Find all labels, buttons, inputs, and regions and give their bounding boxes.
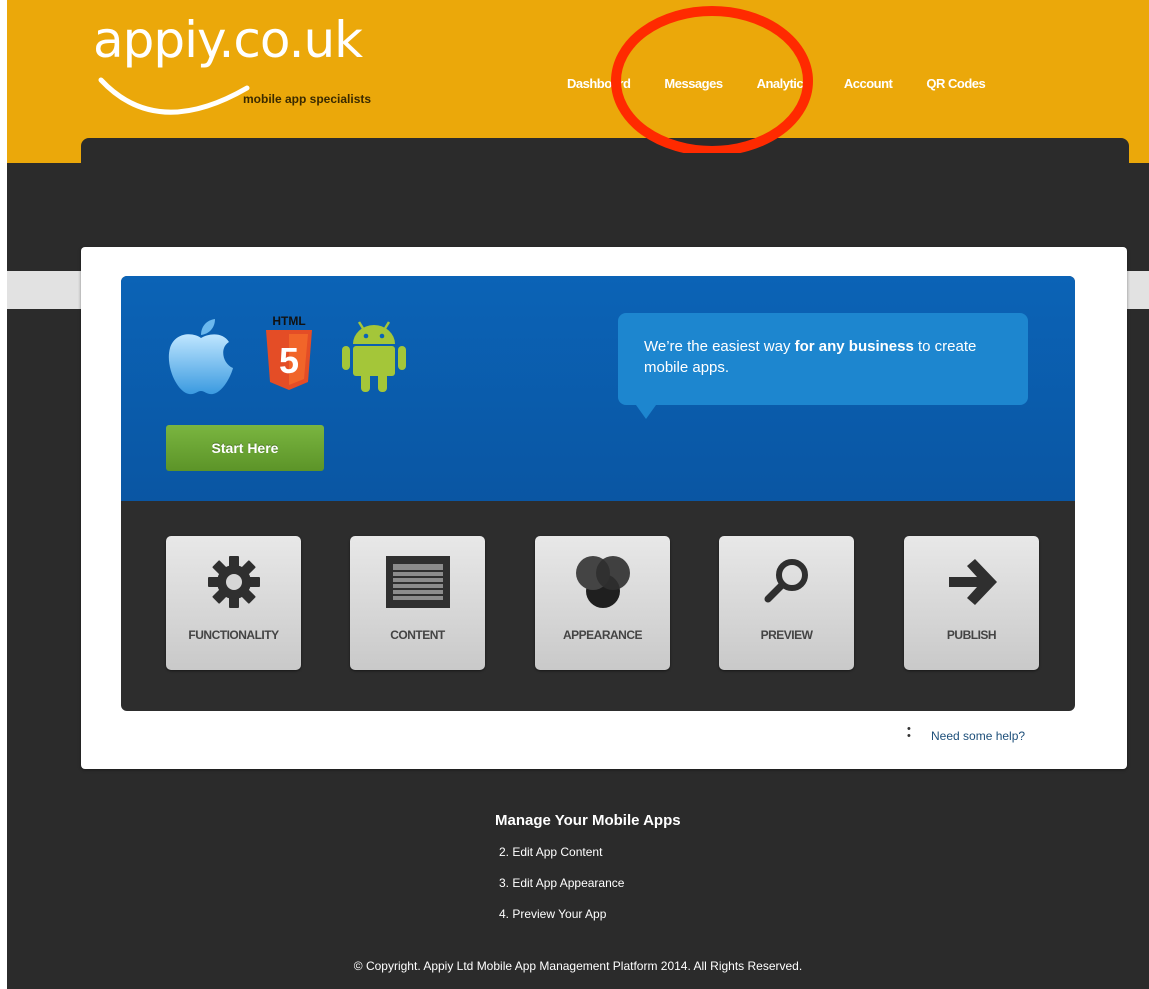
logo[interactable]: appiy.co.uk mobile app specialists	[93, 10, 371, 115]
magnifier-icon	[764, 559, 808, 603]
help-link[interactable]: • • Need some help?	[907, 724, 1026, 744]
html5-number: 5	[279, 340, 299, 381]
android-icon	[342, 321, 406, 392]
tile-appearance-label: APPEARANCE	[562, 628, 643, 642]
bubble-tail	[636, 405, 656, 419]
copyright: © Copyright. Appiy Ltd Mobile App Manage…	[353, 959, 803, 973]
nav-messages[interactable]: Messages	[664, 76, 723, 91]
tile-functionality-label: FUNCTIONALITY	[188, 628, 279, 642]
app-builder-panel: HTML 5 Start Here We’re the easiest way …	[121, 276, 1075, 711]
logo-tagline: mobile app specialists	[243, 92, 372, 106]
tile-appearance[interactable]: APPEARANCE	[535, 536, 670, 670]
nav-qr-codes[interactable]: QR Codes	[926, 76, 985, 91]
nav-analytics[interactable]: Analytics	[757, 76, 811, 91]
arrow-right-icon	[948, 559, 997, 605]
content-icon	[385, 556, 450, 608]
help-dots-icon: • •	[907, 723, 911, 742]
apple-icon	[168, 319, 233, 395]
tile-preview[interactable]: PREVIEW	[719, 536, 854, 670]
footer-link-edit-content[interactable]: 2. Edit App Content	[499, 845, 624, 876]
main-nav: Dashboard Messages Analytics Account QR …	[567, 76, 1019, 91]
page: appiy.co.uk mobile app specialists Dashb…	[7, 0, 1149, 989]
footer-link-preview[interactable]: 4. Preview Your App	[499, 907, 624, 938]
tile-content-label: CONTENT	[390, 628, 445, 642]
tagline-text-part-1: We’re the easiest way	[644, 338, 795, 355]
content-top-band	[81, 138, 1129, 198]
gear-icon	[207, 556, 260, 608]
tile-functionality[interactable]: FUNCTIONALITY	[166, 536, 301, 670]
footer-link-edit-appearance[interactable]: 3. Edit App Appearance	[499, 876, 624, 907]
start-here-button[interactable]: Start Here	[166, 425, 324, 471]
help-link-label: Need some help?	[931, 729, 1026, 743]
tile-publish-label: PUBLISH	[946, 628, 997, 642]
nav-dashboard[interactable]: Dashboard	[567, 76, 631, 91]
tagline-text: We’re the easiest way for any business t…	[644, 336, 1014, 378]
hero-banner: HTML 5 Start Here We’re the easiest way …	[121, 276, 1075, 501]
main-card: HTML 5 Start Here We’re the easiest way …	[81, 247, 1127, 769]
html5-badge-text: HTML	[272, 314, 305, 328]
tile-content[interactable]: CONTENT	[350, 536, 485, 670]
logo-smile-icon	[98, 77, 250, 115]
footer-heading: Manage Your Mobile Apps	[495, 812, 681, 829]
tagline-text-bold: for any business	[794, 338, 914, 355]
html5-icon: HTML 5	[266, 314, 312, 390]
footer-links: 2. Edit App Content 3. Edit App Appearan…	[499, 845, 624, 938]
tile-publish[interactable]: PUBLISH	[904, 536, 1039, 670]
tile-preview-label: PREVIEW	[760, 628, 813, 642]
appearance-icon	[575, 556, 630, 608]
tagline-bubble: We’re the easiest way for any business t…	[618, 313, 1028, 419]
nav-account[interactable]: Account	[844, 76, 893, 91]
platform-icons: HTML 5	[165, 312, 409, 396]
